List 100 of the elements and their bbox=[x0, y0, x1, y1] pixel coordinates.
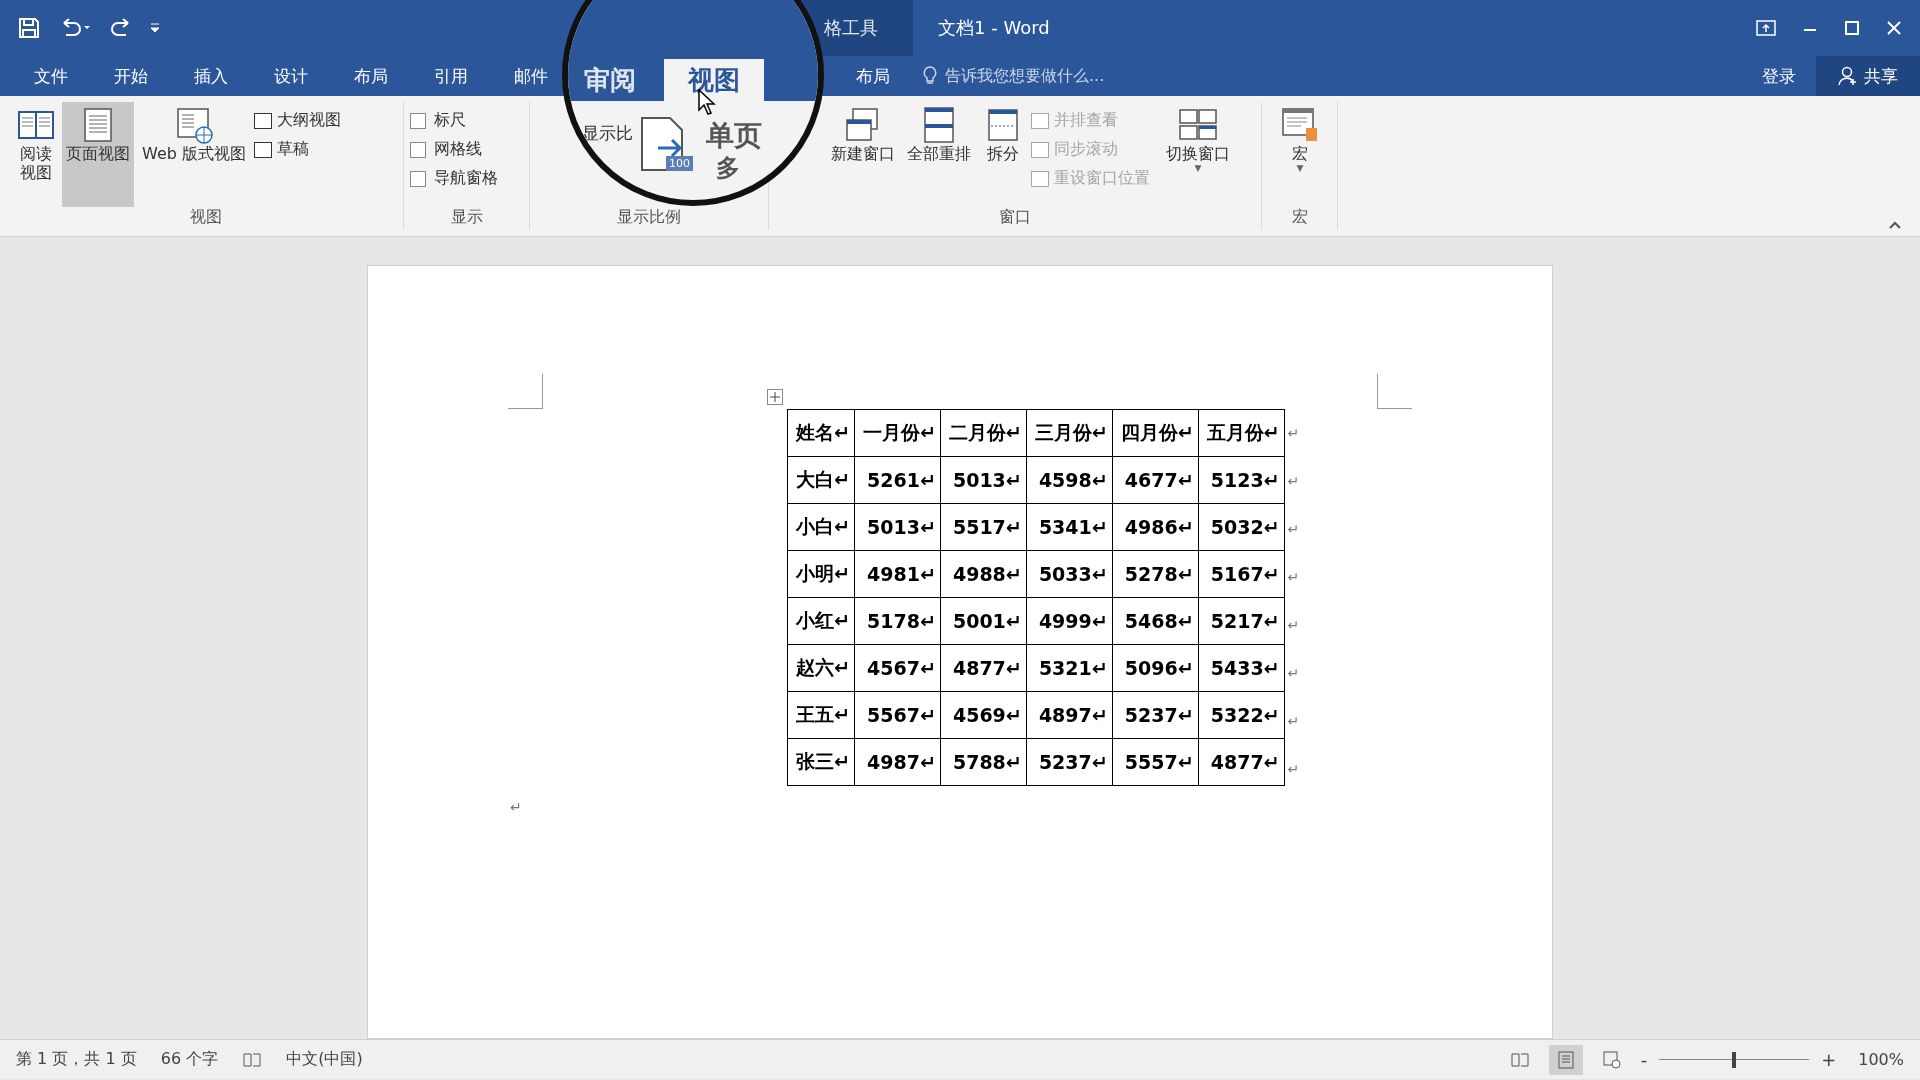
share-button[interactable]: 共享 bbox=[1816, 56, 1920, 96]
group-label: 显示 bbox=[449, 207, 484, 228]
table-cell: 5032↵ bbox=[1198, 503, 1285, 551]
slider-thumb[interactable] bbox=[1732, 1051, 1737, 1068]
ribbon-tab[interactable]: 文件 bbox=[30, 56, 72, 96]
table-cell: 5013↵ bbox=[940, 456, 1027, 504]
ribbon-button[interactable]: 全部重排 bbox=[903, 102, 975, 207]
table-cell: 二月份↵ bbox=[940, 409, 1027, 457]
row-end-mark: ↵ bbox=[1287, 761, 1300, 777]
maximize-icon[interactable] bbox=[1844, 20, 1860, 36]
row-end-mark: ↵ bbox=[1287, 569, 1300, 585]
table-cell: 小明↵ bbox=[787, 550, 855, 598]
table-cell: 5123↵ bbox=[1198, 456, 1285, 504]
table-cell: 大白↵ bbox=[787, 456, 855, 504]
ribbon-tab[interactable]: 布局 bbox=[852, 56, 894, 96]
ribbon-display-icon[interactable] bbox=[1756, 20, 1776, 36]
crop-mark bbox=[1377, 374, 1412, 409]
table-cell: 5321↵ bbox=[1026, 644, 1113, 692]
page-count[interactable]: 第 1 页，共 1 页 bbox=[16, 1049, 137, 1070]
ribbon-tab[interactable]: 引用 bbox=[430, 56, 472, 96]
close-icon[interactable] bbox=[1886, 20, 1902, 36]
checkbox[interactable] bbox=[410, 141, 426, 158]
table-cell: 5567↵ bbox=[854, 691, 941, 739]
table-cell: 5788↵ bbox=[940, 738, 1027, 786]
table-cell: 5468↵ bbox=[1112, 597, 1199, 645]
table-cell: 姓名↵ bbox=[787, 409, 855, 457]
table-cell: 5217↵ bbox=[1198, 597, 1285, 645]
table-cell: 4877↵ bbox=[940, 644, 1027, 692]
checkbox[interactable] bbox=[410, 112, 426, 129]
table-cell: 5237↵ bbox=[1026, 738, 1113, 786]
table-cell: 5322↵ bbox=[1198, 691, 1285, 739]
ribbon-tab[interactable]: 视图 bbox=[664, 59, 764, 101]
one-page-button[interactable]: 单页 bbox=[706, 122, 762, 150]
print-layout-button[interactable] bbox=[1548, 1044, 1583, 1075]
web-layout-icon[interactable] bbox=[1602, 1050, 1621, 1069]
table-cell: 5013↵ bbox=[854, 503, 941, 551]
group-label: 视图 bbox=[188, 207, 223, 228]
word-count[interactable]: 66 个字 bbox=[160, 1049, 219, 1070]
collapse-ribbon-icon[interactable] bbox=[1888, 220, 1902, 230]
lightbulb-icon bbox=[923, 66, 937, 86]
ribbon-button[interactable]: 阅读视图 bbox=[14, 102, 58, 207]
table-cell: 王五↵ bbox=[787, 691, 855, 739]
window-title: 文档1 - Word bbox=[937, 16, 1051, 40]
table-cell: 5261↵ bbox=[854, 456, 941, 504]
tell-me-field[interactable]: 告诉我您想要做什么... bbox=[945, 65, 1105, 87]
paragraph-mark: ↵ bbox=[510, 799, 522, 815]
table-cell: 四月份↵ bbox=[1112, 409, 1199, 457]
table-cell: 4988↵ bbox=[940, 550, 1027, 598]
zoom-in-button[interactable]: + bbox=[1821, 1049, 1837, 1070]
ribbon-button[interactable]: 拆分 bbox=[979, 102, 1027, 207]
checkbox-label: 导航窗格 bbox=[434, 168, 498, 189]
table-cell: 5096↵ bbox=[1112, 644, 1199, 692]
group-label: 显示比例 bbox=[616, 207, 682, 228]
table-cell: 小红↵ bbox=[787, 597, 855, 645]
table-cell: 三月份↵ bbox=[1026, 409, 1113, 457]
ribbon-button[interactable]: 页面视图 bbox=[62, 102, 134, 207]
document-icon bbox=[1031, 170, 1049, 187]
row-end-mark: ↵ bbox=[1287, 665, 1300, 681]
table-cell: 4999↵ bbox=[1026, 597, 1113, 645]
group-label: 宏 bbox=[1290, 207, 1309, 228]
table-cell: 5278↵ bbox=[1112, 550, 1199, 598]
sign-in-link[interactable]: 登录 bbox=[1742, 56, 1816, 96]
language[interactable]: 中文(中国) bbox=[286, 1049, 363, 1070]
ribbon-tab[interactable]: 邮件 bbox=[510, 56, 552, 96]
table-cell: 5001↵ bbox=[940, 597, 1027, 645]
multiple-pages-button[interactable]: 多 bbox=[716, 156, 740, 180]
ribbon-tab[interactable]: 开始 bbox=[110, 56, 152, 96]
ribbon-tab[interactable]: 布局 bbox=[350, 56, 392, 96]
table-cell: 赵六↵ bbox=[787, 644, 855, 692]
dropdown-button[interactable]: 宏 ▼ bbox=[1268, 102, 1332, 207]
ribbon-tab[interactable]: 插入 bbox=[190, 56, 232, 96]
ribbon-button[interactable]: 草稿 bbox=[253, 139, 341, 160]
table-cell: 4877↵ bbox=[1198, 738, 1285, 786]
table-cell: 4897↵ bbox=[1026, 691, 1113, 739]
dropdown-button[interactable]: 切换窗口 ▼ bbox=[1154, 102, 1242, 207]
checkbox-label: 标尺 bbox=[434, 110, 466, 131]
move-handle-icon[interactable] bbox=[767, 389, 783, 405]
zoom-level[interactable]: 100% bbox=[1858, 1050, 1904, 1069]
zoom-out-button[interactable]: - bbox=[1640, 1049, 1648, 1070]
zoom-button-label[interactable]: 显示比 bbox=[582, 122, 633, 145]
checkbox[interactable] bbox=[410, 170, 426, 187]
ribbon-tab[interactable]: 审阅 bbox=[584, 59, 636, 101]
document-icon bbox=[253, 141, 272, 158]
ribbon-button[interactable]: 大纲视图 bbox=[253, 110, 341, 131]
ribbon-button[interactable]: Web 版式视图 bbox=[138, 102, 250, 207]
save-icon[interactable] bbox=[18, 17, 40, 39]
table-cell: 5237↵ bbox=[1112, 691, 1199, 739]
macro-icon bbox=[1280, 106, 1320, 144]
table-cell: 5341↵ bbox=[1026, 503, 1113, 551]
customize-icon[interactable] bbox=[150, 22, 160, 34]
table-cell: 4569↵ bbox=[940, 691, 1027, 739]
ribbon-tab[interactable]: 设计 bbox=[270, 56, 312, 96]
row-end-mark: ↵ bbox=[1287, 521, 1300, 537]
table-cell: 4987↵ bbox=[854, 738, 941, 786]
table-cell: 5167↵ bbox=[1198, 550, 1285, 598]
row-end-mark: ↵ bbox=[1287, 713, 1300, 729]
row-end-mark: ↵ bbox=[1287, 617, 1300, 633]
table-cell: 张三↵ bbox=[787, 738, 855, 786]
table-cell: 4567↵ bbox=[854, 644, 941, 692]
ribbon-button[interactable]: 新建窗口 bbox=[827, 102, 899, 207]
